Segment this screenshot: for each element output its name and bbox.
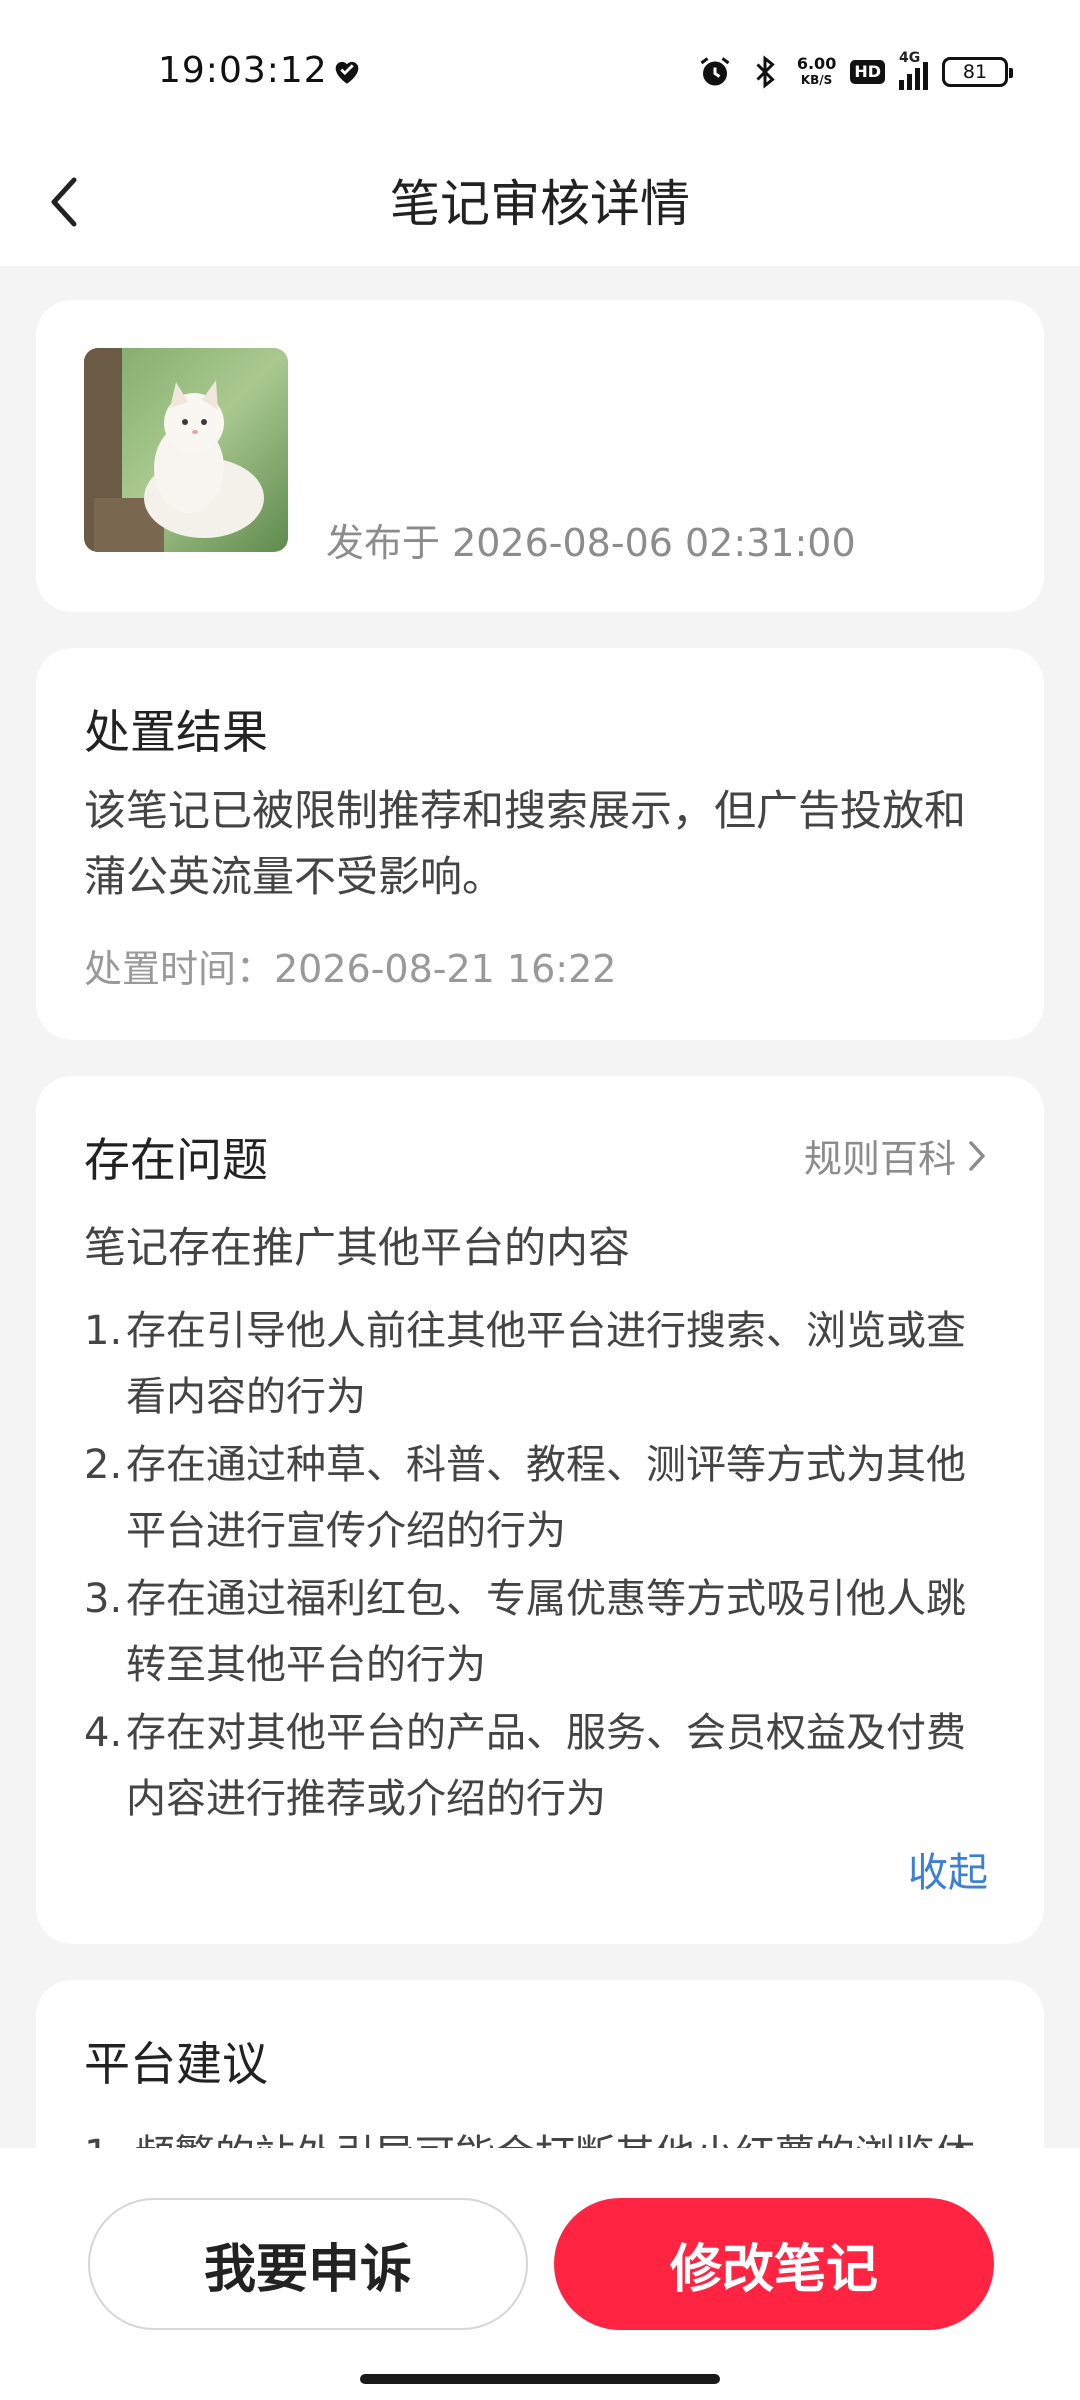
bluetooth-icon	[756, 55, 775, 89]
result-card: 处置结果 该笔记已被限制推荐和搜索展示，但广告投放和蒲公英流量不受影响。 处置时…	[36, 648, 1044, 1040]
collapse-link[interactable]: 收起	[908, 1840, 988, 1898]
note-thumbnail[interactable]	[84, 348, 288, 552]
issue-title: 存在问题	[84, 1133, 268, 1187]
page-title: 笔记审核详情	[390, 175, 690, 233]
network-speed: 6.00 KB/S	[796, 54, 837, 88]
issue-card: 存在问题 规则百科 笔记存在推广其他平台的内容 1. 存在引导他人前往其他平台进…	[36, 1076, 1044, 1944]
network-type-label: 4G	[899, 50, 921, 66]
note-card[interactable]: 发布于 2026-08-06 02:31:00	[36, 300, 1044, 612]
status-icons: 6.00 KB/S HD 4G 81	[697, 50, 1013, 94]
list-item: 4. 存在对其他平台的产品、服务、会员权益及付费内容进行推荐或介绍的行为	[84, 1710, 966, 1822]
battery-level: 81	[962, 61, 988, 83]
page-header: 笔记审核详情	[0, 140, 1080, 266]
home-indicator[interactable]	[360, 2374, 720, 2384]
heart-status-icon	[335, 61, 359, 84]
status-time: 19:03:12	[158, 50, 328, 91]
bottom-action-bar: 我要申诉 修改笔记	[0, 2148, 1080, 2400]
rule-link-label: 规则百科	[803, 1137, 956, 1181]
result-title: 处置结果	[84, 705, 268, 759]
edit-note-button[interactable]: 修改笔记	[554, 2198, 994, 2330]
result-text: 该笔记已被限制推荐和搜索展示，但广告投放和蒲公英流量不受影响。	[84, 786, 967, 901]
alarm-icon	[700, 57, 730, 86]
signal-indicator: 4G	[899, 50, 928, 90]
battery-icon: 81	[942, 57, 1013, 87]
advice-title: 平台建议	[84, 2037, 268, 2091]
rule-encyclopedia-link[interactable]: 规则百科	[804, 1128, 988, 1183]
result-time: 处置时间：2026-08-21 16:22	[84, 947, 617, 991]
list-item: 1. 存在引导他人前往其他平台进行搜索、浏览或查看内容的行为	[84, 1308, 966, 1420]
list-item: 2. 存在通过种草、科普、教程、测评等方式为其他平台进行宣传介绍的行为	[84, 1442, 966, 1554]
hd-badge: HD	[850, 60, 885, 84]
list-item: 3. 存在通过福利红包、专属优惠等方式吸引他人跳转至其他平台的行为	[84, 1576, 966, 1688]
status-bar: 19:03:12 6.00 KB/S HD 4G 81	[0, 0, 1080, 140]
chevron-right-icon	[969, 1140, 985, 1171]
publish-date: 发布于 2026-08-06 02:31:00	[326, 521, 856, 565]
appeal-button[interactable]: 我要申诉	[88, 2198, 528, 2330]
issue-list: 1. 存在引导他人前往其他平台进行搜索、浏览或查看内容的行为 2. 存在通过种草…	[84, 1298, 1024, 1834]
issue-subtitle: 笔记存在推广其他平台的内容	[84, 1223, 631, 1272]
